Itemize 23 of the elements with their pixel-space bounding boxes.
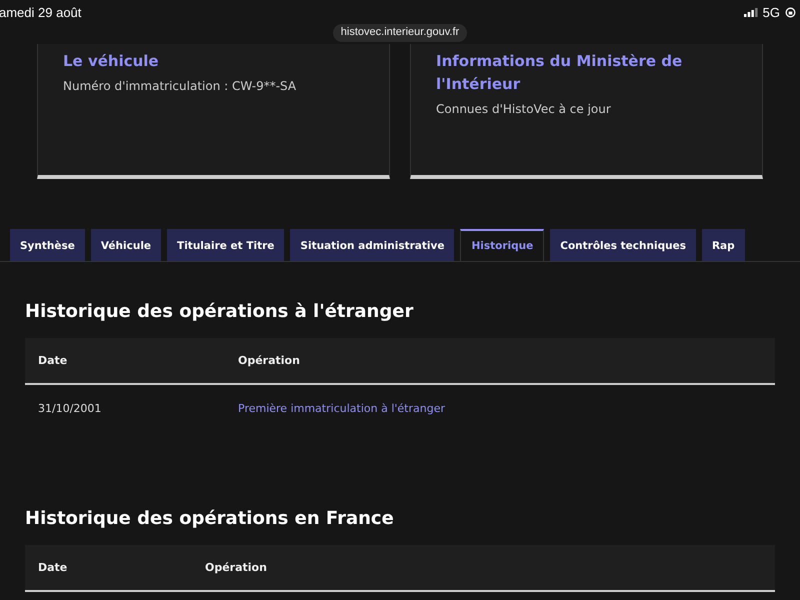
column-header: Opération: [204, 561, 267, 574]
column-header: Date: [37, 354, 68, 367]
column-header: Opération: [237, 354, 300, 367]
tab[interactable]: Contrôles techniques: [550, 229, 696, 261]
operation-link[interactable]: Première immatriculation à l'étranger: [225, 402, 445, 414]
card-text: Connues d'HistoVec à ce jour: [436, 102, 612, 116]
card-title: Le véhicule: [63, 51, 160, 72]
tab[interactable]: Titulaire et Titre: [167, 229, 284, 261]
column-header: Date: [37, 561, 68, 574]
tab[interactable]: Situation administrative: [290, 229, 454, 261]
card-title: Informations du Ministère de l'Intérieur: [436, 51, 684, 95]
address-bar[interactable]: histovec.interieur.gouv.fr: [332, 24, 468, 42]
tab[interactable]: Rap: [702, 229, 745, 261]
network-label: 5G: [762, 4, 780, 20]
card-text: Numéro d'immatriculation : CW-9**-SA: [63, 79, 298, 93]
rotation-lock-icon: [785, 6, 796, 18]
section-heading: Historique des opérations à l'étranger: [25, 300, 414, 324]
section-heading: Historique des opérations en France: [25, 507, 395, 531]
tab[interactable]: Historique: [460, 229, 544, 261]
tab[interactable]: Véhicule: [90, 229, 162, 261]
signal-icon: [744, 8, 758, 16]
tab[interactable]: Synthèse: [10, 229, 85, 261]
table-cell-text: 31/10/2001: [37, 402, 102, 414]
